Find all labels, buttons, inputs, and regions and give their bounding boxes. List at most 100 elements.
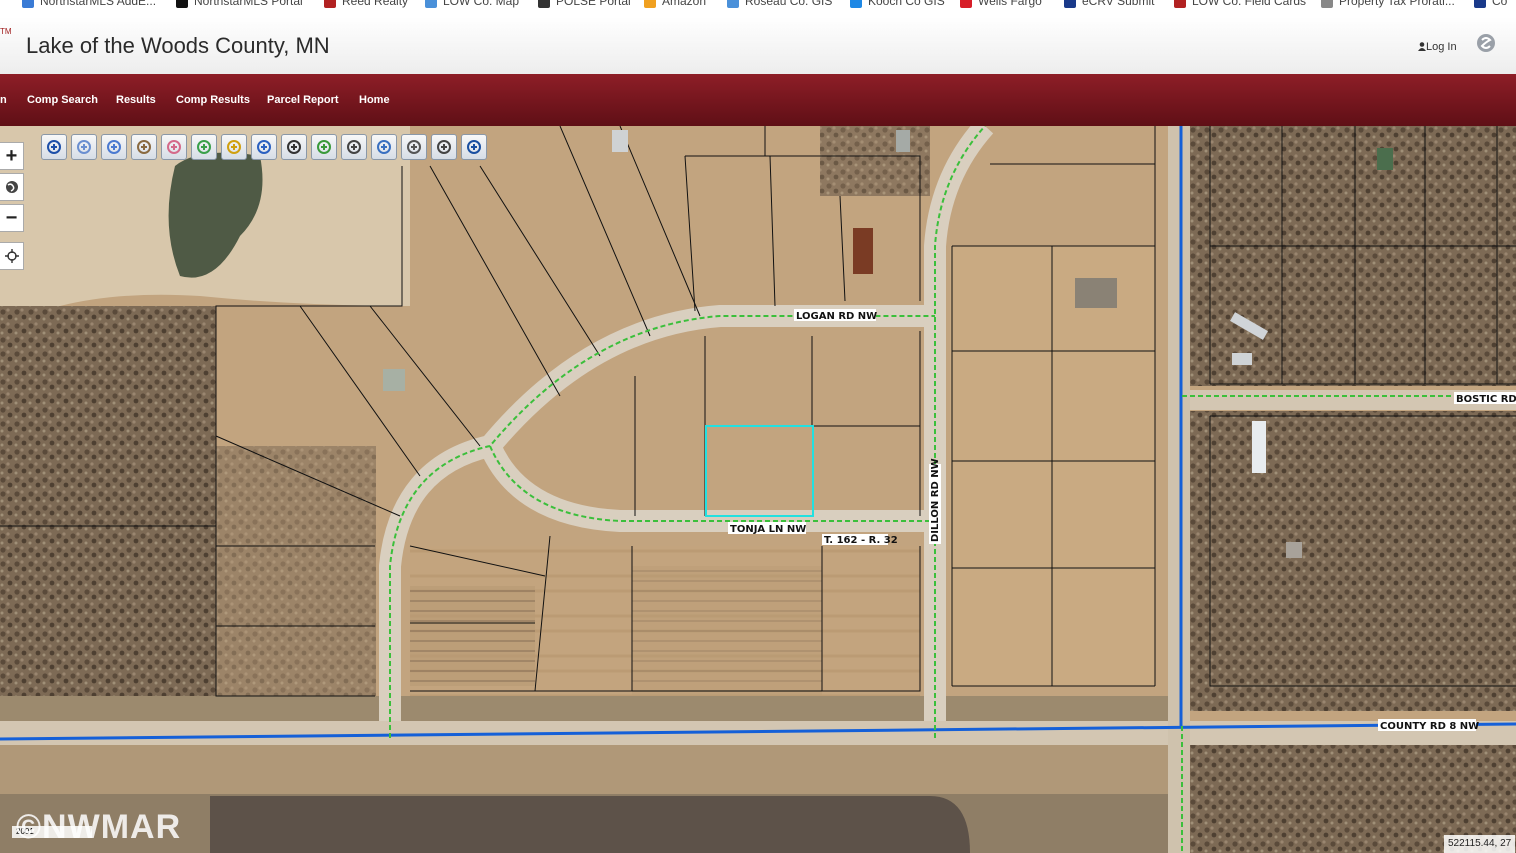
bookmark-favicon-icon bbox=[1474, 0, 1486, 8]
bookmark-favicon-icon bbox=[538, 0, 550, 8]
schneider-logo bbox=[1468, 32, 1504, 62]
people-tool-button[interactable] bbox=[401, 134, 427, 160]
bookmark-label: LOW Co. Field Cards bbox=[1192, 0, 1307, 8]
add-layer-tool-icon bbox=[197, 140, 211, 154]
search-tool-button[interactable] bbox=[281, 134, 307, 160]
bookmark-item[interactable]: POLSE Portal bbox=[538, 0, 631, 8]
identify-tool-button[interactable] bbox=[41, 134, 67, 160]
login-link[interactable]: Log In bbox=[1418, 41, 1457, 53]
bookmark-label: POLSE Portal bbox=[556, 0, 631, 8]
woodland-northeast bbox=[1190, 126, 1516, 386]
bookmark-label: eCRV Submit bbox=[1082, 0, 1155, 8]
label-logan-rd: LOGAN RD NW bbox=[796, 311, 877, 322]
bookmark-favicon-icon bbox=[425, 0, 437, 8]
bookmark-favicon-icon bbox=[960, 0, 972, 8]
bookmark-item[interactable]: LOW Co. Field Cards bbox=[1174, 0, 1306, 8]
buffer-tool-icon bbox=[257, 140, 271, 154]
nav-item-parcel-report[interactable]: Parcel Report bbox=[267, 94, 339, 106]
bookmark-label: LOW Co. Map bbox=[443, 0, 520, 8]
identify-tool-icon bbox=[47, 140, 61, 154]
nav-item-cutoff[interactable]: n bbox=[0, 94, 7, 106]
bookmark-favicon-icon bbox=[1321, 0, 1333, 8]
measure-tool-icon bbox=[347, 140, 361, 154]
bookmark-item[interactable]: Wells Fargo bbox=[960, 0, 1042, 8]
bookmark-label: Kooch Co GIS bbox=[868, 0, 945, 8]
pan-hand-tool-button[interactable] bbox=[131, 134, 157, 160]
bookmark-item[interactable]: Roseau Co. GIS bbox=[727, 0, 832, 8]
locate-button[interactable] bbox=[0, 242, 24, 270]
label-dillon-rd: DILLON RD NW bbox=[930, 458, 941, 542]
label-bostic-rd: BOSTIC RD bbox=[1456, 394, 1516, 405]
select-area-tool-icon bbox=[77, 140, 91, 154]
buffer-tool-button[interactable] bbox=[251, 134, 277, 160]
field-south-west bbox=[410, 586, 535, 686]
nav-item-home[interactable]: Home bbox=[359, 94, 390, 106]
search-tool-icon bbox=[287, 140, 301, 154]
bookmark-item[interactable]: NorthstarMLS Portal bbox=[176, 0, 303, 8]
bookmark-label: Property Tax Prorati... bbox=[1339, 0, 1455, 8]
zoom-select-tool-button[interactable] bbox=[101, 134, 127, 160]
measure-tool-button[interactable] bbox=[341, 134, 367, 160]
bookmark-favicon-icon bbox=[850, 0, 862, 8]
minus-icon: − bbox=[5, 206, 18, 229]
globe-icon bbox=[5, 181, 18, 193]
bookmark-favicon-icon bbox=[1174, 0, 1186, 8]
people-tool-icon bbox=[407, 140, 421, 154]
bookmark-label: NorthstarMLS Portal bbox=[194, 0, 303, 8]
bookmark-item[interactable]: Property Tax Prorati... bbox=[1321, 0, 1455, 8]
aerial-map[interactable]: LOGAN RD NW TONJA LN NW T. 162 - R. 32 D… bbox=[0, 126, 1516, 853]
zoom-in-button[interactable]: + bbox=[0, 142, 24, 170]
draw-pencil-tool-button[interactable] bbox=[311, 134, 337, 160]
bookmark-label: NorthstarMLS AddE... bbox=[40, 0, 157, 8]
map-extent-tool-button[interactable] bbox=[371, 134, 397, 160]
print-tool-button[interactable] bbox=[431, 134, 457, 160]
nav-item-results[interactable]: Results bbox=[116, 94, 156, 106]
bookmark-item[interactable]: Kooch Co GIS bbox=[850, 0, 945, 8]
bookmark-item[interactable]: NorthstarMLS AddE... bbox=[22, 0, 156, 8]
east-road-surface bbox=[1168, 126, 1190, 853]
map-view[interactable]: LOGAN RD NW TONJA LN NW T. 162 - R. 32 D… bbox=[0, 126, 1516, 853]
save-tool-icon bbox=[467, 140, 481, 154]
woodland-inner bbox=[216, 446, 376, 706]
globe-button[interactable] bbox=[0, 173, 24, 201]
nav-item-comp-search[interactable]: Comp Search bbox=[27, 94, 98, 106]
woodland-east bbox=[1190, 411, 1516, 711]
field-south-mid bbox=[632, 566, 822, 696]
eraser-tool-icon bbox=[167, 140, 181, 154]
bookmark-label: Wells Fargo bbox=[978, 0, 1042, 8]
bookmark-item[interactable]: Co bbox=[1474, 0, 1507, 8]
site-header: TM Lake of the Woods County, MN Log In bbox=[0, 17, 1516, 75]
bookmark-label: Amazon bbox=[662, 0, 707, 8]
bookmark-favicon-icon bbox=[324, 0, 336, 8]
pin-marker-tool-icon bbox=[227, 140, 241, 154]
plus-icon: + bbox=[5, 144, 18, 167]
label-township: T. 162 - R. 32 bbox=[824, 535, 898, 546]
bookmarks-bar: NorthstarMLS AddE... NorthstarMLS Portal R… bbox=[0, 0, 1516, 17]
bookmark-item[interactable]: Reed Realty bbox=[324, 0, 408, 8]
zoom-out-button[interactable]: − bbox=[0, 204, 24, 232]
map-extent-tool-icon bbox=[377, 140, 391, 154]
main-nav: n Comp Search Results Comp Results Parce… bbox=[0, 74, 1516, 126]
bookmark-item[interactable]: eCRV Submit bbox=[1064, 0, 1154, 8]
bookmark-item[interactable]: LOW Co. Map bbox=[425, 0, 519, 8]
crosshair-icon bbox=[4, 249, 19, 263]
user-icon bbox=[1418, 42, 1426, 51]
bookmark-item[interactable]: Amazon bbox=[644, 0, 706, 8]
select-area-tool-button[interactable] bbox=[71, 134, 97, 160]
bookmark-favicon-icon bbox=[22, 0, 34, 8]
save-tool-button[interactable] bbox=[461, 134, 487, 160]
nav-item-comp-results[interactable]: Comp Results bbox=[176, 94, 250, 106]
bookmark-label: Reed Realty bbox=[342, 0, 409, 8]
bookmark-favicon-icon bbox=[644, 0, 656, 8]
bookmark-favicon-icon bbox=[727, 0, 739, 8]
eraser-tool-button[interactable] bbox=[161, 134, 187, 160]
pan-hand-tool-icon bbox=[137, 140, 151, 154]
bookmark-label: Roseau Co. GIS bbox=[745, 0, 833, 8]
label-tonja-ln: TONJA LN NW bbox=[730, 524, 806, 535]
woodland-north bbox=[820, 126, 930, 196]
bookmark-favicon-icon bbox=[176, 0, 188, 8]
page-title: Lake of the Woods County, MN bbox=[26, 33, 330, 58]
add-layer-tool-button[interactable] bbox=[191, 134, 217, 160]
pin-marker-tool-button[interactable] bbox=[221, 134, 247, 160]
login-label: Log In bbox=[1426, 41, 1457, 53]
